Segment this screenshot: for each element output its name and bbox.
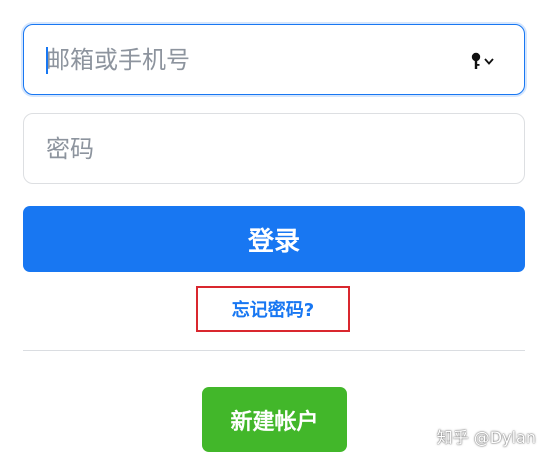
watermark-text: 知乎 @Dylan: [436, 428, 536, 447]
divider: [23, 350, 525, 351]
login-page: 登录 忘记密码? 新建帐户 知乎 @Dylan: [0, 0, 550, 462]
forgot-password-link[interactable]: 忘记密码?: [232, 296, 314, 322]
email-field-container[interactable]: [23, 24, 525, 95]
email-phone-input[interactable]: [24, 25, 524, 94]
forgot-password-highlight: 忘记密码?: [196, 286, 350, 332]
key-dropdown-icon[interactable]: [470, 51, 498, 71]
login-button[interactable]: 登录: [23, 206, 525, 272]
text-caret: [46, 47, 48, 74]
password-field-container[interactable]: [23, 113, 525, 184]
password-input[interactable]: [24, 114, 524, 183]
create-account-button[interactable]: 新建帐户: [202, 387, 347, 452]
